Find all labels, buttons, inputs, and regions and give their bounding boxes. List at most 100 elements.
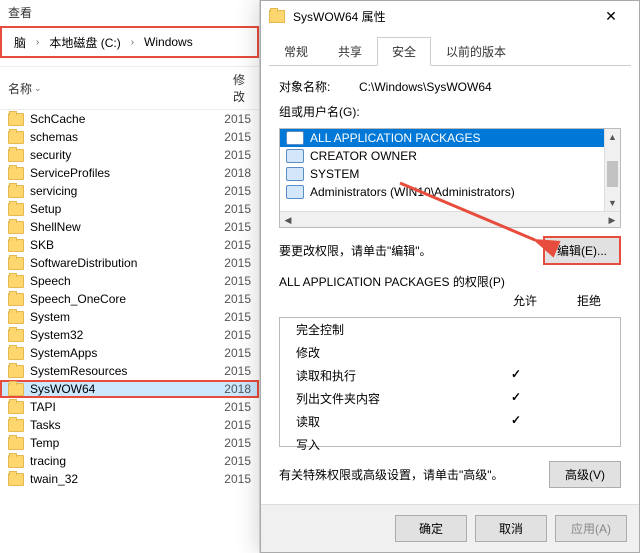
folder-row[interactable]: Setup2015 — [0, 200, 259, 218]
group-item[interactable]: SYSTEM — [280, 165, 604, 183]
permission-name: 写入 — [288, 436, 484, 453]
apply-button[interactable]: 应用(A) — [555, 515, 627, 542]
folder-date: 2015 — [217, 256, 251, 270]
groups-list[interactable]: ALL APPLICATION PACKAGES CREATOR OWNER SYS… — [279, 128, 621, 228]
folder-row[interactable]: SoftwareDistribution2015 — [0, 254, 259, 272]
tab-常规[interactable]: 常规 — [269, 37, 323, 66]
folder-date: 2015 — [217, 436, 251, 450]
folder-icon — [8, 149, 24, 162]
folder-row[interactable]: SKB2015 — [0, 236, 259, 254]
breadcrumb-disk[interactable]: 本地磁盘 (C:) — [41, 31, 128, 54]
folder-name: SysWOW64 — [30, 382, 217, 396]
tab-以前的版本[interactable]: 以前的版本 — [431, 37, 521, 66]
scroll-thumb[interactable] — [607, 161, 618, 187]
folder-name: SoftwareDistribution — [30, 256, 217, 270]
permission-row: 读取和执行 — [280, 364, 620, 387]
folder-date: 2015 — [217, 184, 251, 198]
chevron-down-icon: ⌄ — [34, 83, 42, 94]
group-name: CREATOR OWNER — [310, 149, 417, 163]
folder-name: Speech — [30, 274, 217, 288]
close-button[interactable]: ✕ — [591, 1, 631, 31]
column-header-name[interactable]: 名称⌄ — [0, 67, 225, 109]
folder-name: SystemApps — [30, 346, 217, 360]
allow-check-icon — [484, 436, 548, 453]
allow-header: 允许 — [493, 292, 557, 309]
scroll-left-icon[interactable]: ◀ — [280, 212, 296, 228]
folder-date: 2015 — [217, 202, 251, 216]
tab-共享[interactable]: 共享 — [323, 37, 377, 66]
folder-row[interactable]: SystemResources2015 — [0, 362, 259, 380]
folder-row[interactable]: SchCache2015 — [0, 110, 259, 128]
folder-row[interactable]: Tasks2015 — [0, 416, 259, 434]
folder-date: 2015 — [217, 148, 251, 162]
group-item[interactable]: CREATOR OWNER — [280, 147, 604, 165]
folder-icon — [8, 257, 24, 270]
group-name: ALL APPLICATION PACKAGES — [310, 131, 481, 145]
file-explorer: 查看 脑 › 本地磁盘 (C:) › Windows 名称⌄ 修改 SchCac… — [0, 0, 260, 553]
folder-icon — [8, 203, 24, 216]
cancel-button[interactable]: 取消 — [475, 515, 547, 542]
folder-date: 2015 — [217, 400, 251, 414]
folder-row[interactable]: System322015 — [0, 326, 259, 344]
explorer-ribbon-tab[interactable]: 查看 — [0, 0, 259, 26]
folder-row[interactable]: twain_322015 — [0, 470, 259, 488]
edit-button[interactable]: 编辑(E)... — [543, 236, 621, 265]
folder-icon — [8, 293, 24, 306]
scrollbar-vertical[interactable]: ▲ ▼ — [604, 129, 620, 211]
scroll-up-icon[interactable]: ▲ — [605, 129, 620, 145]
folder-row[interactable]: servicing2015 — [0, 182, 259, 200]
permission-row: 读取 — [280, 410, 620, 433]
allow-check-icon — [484, 390, 548, 407]
folder-name: schemas — [30, 130, 217, 144]
folder-date: 2015 — [217, 472, 251, 486]
advanced-button[interactable]: 高级(V) — [549, 461, 621, 488]
folder-name: System — [30, 310, 217, 324]
user-group-icon — [286, 131, 304, 145]
folder-name: SKB — [30, 238, 217, 252]
breadcrumb-folder[interactable]: Windows — [136, 32, 201, 52]
folder-date: 2015 — [217, 238, 251, 252]
column-header-date[interactable]: 修改 — [225, 67, 259, 109]
folder-name: tracing — [30, 454, 217, 468]
folder-row[interactable]: SystemApps2015 — [0, 344, 259, 362]
dialog-buttons: 确定 取消 应用(A) — [261, 504, 639, 552]
folder-row[interactable]: SysWOW642018 — [0, 380, 259, 398]
group-item[interactable]: ALL APPLICATION PACKAGES — [280, 129, 604, 147]
folder-row[interactable]: Speech_OneCore2015 — [0, 290, 259, 308]
folder-row[interactable]: tracing2015 — [0, 452, 259, 470]
folder-row[interactable]: ShellNew2015 — [0, 218, 259, 236]
deny-header: 拒绝 — [557, 292, 621, 309]
permission-row: 写入 — [280, 433, 620, 456]
folder-row[interactable]: Speech2015 — [0, 272, 259, 290]
object-name-label: 对象名称: — [279, 78, 349, 95]
folder-row[interactable]: System2015 — [0, 308, 259, 326]
folder-name: System32 — [30, 328, 217, 342]
tab-安全[interactable]: 安全 — [377, 37, 431, 66]
folder-icon — [8, 437, 24, 450]
permissions-list: 完全控制修改读取和执行列出文件夹内容读取写入 — [279, 317, 621, 447]
scrollbar-horizontal[interactable]: ◀ ▶ — [280, 211, 620, 227]
breadcrumb-root[interactable]: 脑 — [6, 31, 34, 54]
scroll-right-icon[interactable]: ▶ — [604, 212, 620, 228]
folder-name: SystemResources — [30, 364, 217, 378]
object-name-value: C:\Windows\SysWOW64 — [359, 80, 492, 94]
folder-row[interactable]: schemas2015 — [0, 128, 259, 146]
folder-row[interactable]: security2015 — [0, 146, 259, 164]
security-tab-pane: 对象名称: C:\Windows\SysWOW64 组或用户名(G): ALL … — [269, 65, 631, 504]
folder-icon — [8, 167, 24, 180]
folder-name: Tasks — [30, 418, 217, 432]
folder-name: Speech_OneCore — [30, 292, 217, 306]
folder-row[interactable]: TAPI2015 — [0, 398, 259, 416]
breadcrumb[interactable]: 脑 › 本地磁盘 (C:) › Windows — [0, 26, 259, 58]
folder-icon — [8, 311, 24, 324]
ok-button[interactable]: 确定 — [395, 515, 467, 542]
folder-name: ServiceProfiles — [30, 166, 217, 180]
permission-name: 修改 — [288, 344, 484, 361]
deny-check-icon — [548, 413, 612, 430]
folder-list[interactable]: SchCache2015schemas2015security2015Servi… — [0, 110, 259, 540]
scroll-down-icon[interactable]: ▼ — [605, 195, 620, 211]
folder-row[interactable]: ServiceProfiles2018 — [0, 164, 259, 182]
folder-date: 2015 — [217, 328, 251, 342]
folder-row[interactable]: Temp2015 — [0, 434, 259, 452]
group-item[interactable]: Administrators (WIN10\Administrators) — [280, 183, 604, 201]
